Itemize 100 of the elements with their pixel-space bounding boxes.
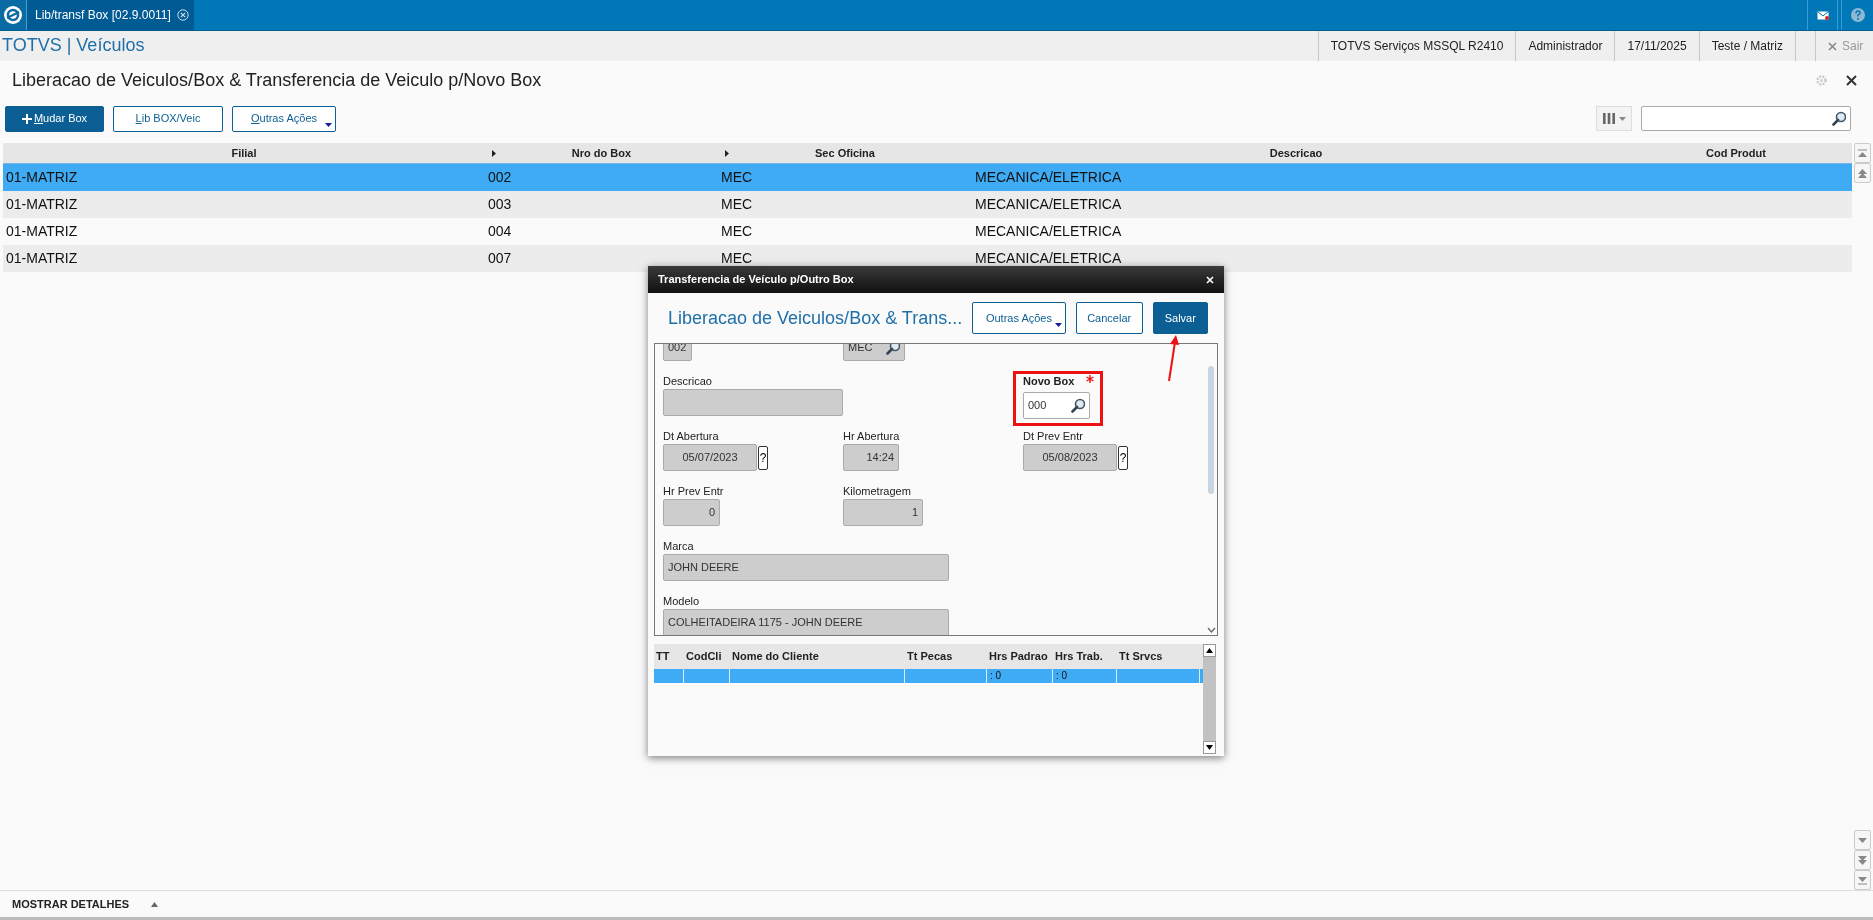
help-button[interactable]: ? [1118,445,1128,470]
grid-row[interactable]: : 0 : 0 [654,669,1203,683]
table-cell-text: 01-MATRIZ [6,222,78,241]
table-cell-text: 01-MATRIZ [6,195,78,214]
grid-cell: : 0 [1053,669,1117,683]
table-cell-text: 002 [488,168,512,187]
table-cell-text: 004 [488,222,512,241]
caret-icon [1618,116,1626,121]
table-row[interactable]: 01-MATRIZ 002 MEC MECANICA/ELETRICA [3,164,1852,191]
chevron-down-icon[interactable] [1206,627,1216,633]
table-cell-text: 003 [488,195,512,214]
column-header[interactable]: Nro do Box [485,143,718,163]
status-info: 17/11/2025 [1614,31,1699,61]
scrollbar-thumb[interactable] [1208,366,1214,494]
mail-button[interactable] [1807,0,1838,30]
field-label: Novo Box [1023,375,1075,388]
table-cell-text: MECANICA/ELETRICA [975,195,1122,214]
column-header[interactable]: Filial [3,143,485,163]
toolbar-button[interactable]: Mudar Box [5,105,104,132]
input-field: 14:24 [843,444,899,471]
scroll-down-icon [1858,835,1867,845]
table-cell-text: MEC [721,195,753,214]
column-header[interactable]: Cod Produt [1620,143,1852,163]
details-bar[interactable]: MOSTRAR DETALHES [0,890,1873,920]
close-icon[interactable] [1846,75,1857,86]
page-up-icon [1858,168,1867,178]
dialog-title-bar: Transferencia de Veículo p/Outro Box [648,266,1224,293]
field-label: Hr Prev Entr [663,485,724,498]
table-row[interactable]: 01-MATRIZ 007 MEC MECANICA/ELETRICA [3,245,1852,272]
input-field: 05/07/2023 [663,444,757,471]
table-cell-text: 01-MATRIZ [6,168,78,187]
column-header[interactable]: Nome do Cliente [730,644,905,669]
table-cell-text: 01-MATRIZ [6,249,78,268]
input-field: 002 [663,344,692,361]
scroll-down-button[interactable] [1203,741,1216,754]
table-cell-text: MECANICA/ELETRICA [975,168,1122,187]
app-tab[interactable]: Lib/transf Box [02.9.0011] [27,0,194,30]
logo-icon [3,5,23,25]
column-header[interactable]: Hrs Trab. [1053,644,1117,669]
search-icon [1832,111,1846,126]
scroll-bottom-button[interactable] [1854,870,1871,890]
help-button[interactable]: ? [758,445,768,470]
field-label: Hr Abertura [843,430,900,443]
button[interactable]: Outras Ações [972,302,1066,334]
toolbar-button[interactable]: Outras Ações [232,105,336,132]
caret-icon [151,901,159,907]
page-up-button[interactable] [1854,163,1871,183]
columns-button[interactable] [1596,106,1632,131]
table-cell-text: MEC [721,168,753,187]
button[interactable]: Cancelar [1075,302,1143,334]
mail-icon [1816,10,1829,20]
help-icon [1850,8,1865,22]
input-field: JOHN DEERE [663,554,949,581]
column-header[interactable]: Tt Pecas [905,644,987,669]
table-cell-text: MECANICA/ELETRICA [975,249,1122,268]
column-header[interactable]: Hrs Padrao [987,644,1053,669]
field-label: Descricao [663,375,712,388]
scroll-up-button[interactable] [1203,644,1216,657]
caret-icon [1206,745,1213,750]
input-field: 0 [663,499,720,526]
status-info: Administrador [1515,31,1615,61]
status-info: TOTVS Serviços MSSQL R2410 [1317,31,1516,61]
input-field: 05/08/2023 [1023,444,1117,471]
form-title: Liberacao de Veiculos/Box & Trans... [668,306,963,330]
column-header[interactable]: Sec Oficina [718,143,972,163]
table-cell-text: MEC [721,249,753,268]
input-field[interactable]: 000 [1023,392,1090,419]
scroll-top-button[interactable] [1854,143,1871,163]
table-cell-text: MEC [721,222,753,241]
status-info: Teste / Matriz [1698,31,1795,61]
caret-icon [1206,648,1213,653]
search-field[interactable] [1641,106,1851,131]
scroll-bottom-icon [1858,875,1867,885]
plus-icon [21,113,32,124]
page-down-button[interactable] [1854,850,1871,870]
app-title: TOTVS | Veículos [1,34,145,57]
column-header[interactable]: CodCli [684,644,730,669]
columns-icon [1602,113,1615,124]
field-label: Marca [663,540,694,553]
table-row[interactable]: 01-MATRIZ 003 MEC MECANICA/ELETRICA [3,191,1852,218]
page-title: Liberacao de Veiculos/Box & Transferencia de Veiculo p/Novo Box [11,69,542,92]
column-header[interactable]: Tt Srvcs [1117,644,1200,669]
table-cell-text: 007 [488,249,512,268]
page-down-icon [1858,855,1867,865]
search-icon[interactable] [1071,398,1085,413]
column-header[interactable]: Descricao [972,143,1620,163]
input-field: MEC [843,344,905,361]
field-label: Dt Prev Entr [1023,430,1083,443]
toolbar-button[interactable]: Lib BOX/Veic [113,105,223,132]
column-header[interactable]: TT [654,644,684,669]
search-icon[interactable] [886,344,900,355]
grid-cell: : 0 [987,669,1053,683]
close-icon [1828,41,1837,51]
field-label: Modelo [663,595,700,608]
field-label: Dt Abertura [663,430,719,443]
input-field: 1 [843,499,923,526]
table-cell-text: MECANICA/ELETRICA [975,222,1122,241]
input-field: COLHEITADEIRA 1175 - JOHN DEERE [663,609,949,635]
scroll-top-icon [1858,148,1867,158]
field-label: Kilometragem [843,485,911,498]
